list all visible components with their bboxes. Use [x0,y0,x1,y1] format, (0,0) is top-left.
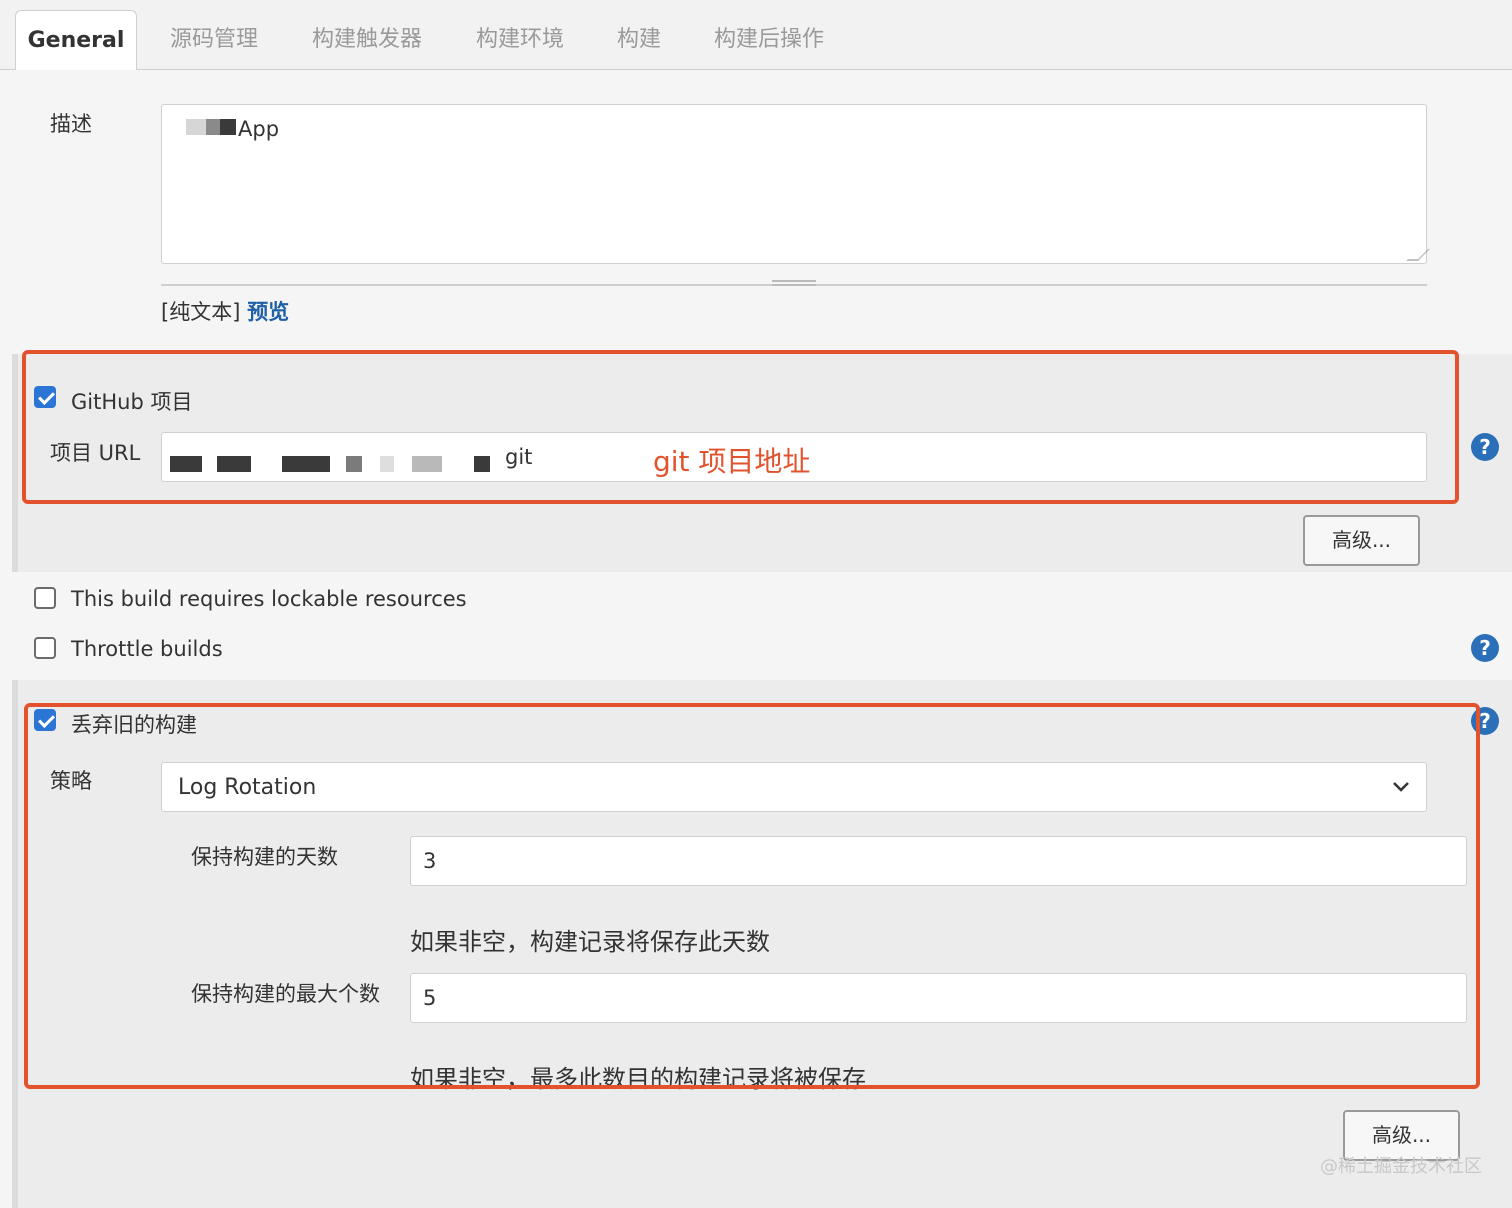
highlight-box-github [22,350,1459,504]
throttle-builds-label: Throttle builds [71,637,223,661]
tab-build[interactable]: 构建 [617,14,661,70]
watermark: @稀土掘金技术社区 [1320,1156,1482,1177]
help-icon[interactable]: ? [1471,433,1499,461]
throttle-builds-checkbox[interactable] [34,637,56,659]
github-advanced-button[interactable]: 高级... [1303,515,1420,566]
lockable-resources-checkbox[interactable] [34,587,56,609]
help-icon[interactable]: ? [1471,634,1499,662]
description-value: App [238,117,280,141]
tab-general[interactable]: General [15,10,137,70]
section-rule [12,680,18,1208]
description-label: 描述 [50,112,92,136]
highlight-box-discard [24,703,1480,1089]
resize-grip-icon[interactable] [1406,249,1430,261]
section-rule [12,354,18,572]
preview-link[interactable]: 预览 [247,300,289,324]
tab-build-triggers[interactable]: 构建触发器 [312,14,422,70]
redacted-text [220,119,236,135]
tab-build-environment[interactable]: 构建环境 [476,14,564,70]
format-label: [纯文本] [161,300,241,324]
redacted-text [186,119,206,135]
description-textarea[interactable]: App [161,104,1430,264]
tab-source-control[interactable]: 源码管理 [170,14,258,70]
format-row: [纯文本] 预览 [161,296,289,326]
drag-handle-icon[interactable] [772,280,816,286]
tab-post-build-actions[interactable]: 构建后操作 [714,14,824,70]
redacted-text [206,119,220,135]
lockable-resources-label: This build requires lockable resources [71,587,467,611]
